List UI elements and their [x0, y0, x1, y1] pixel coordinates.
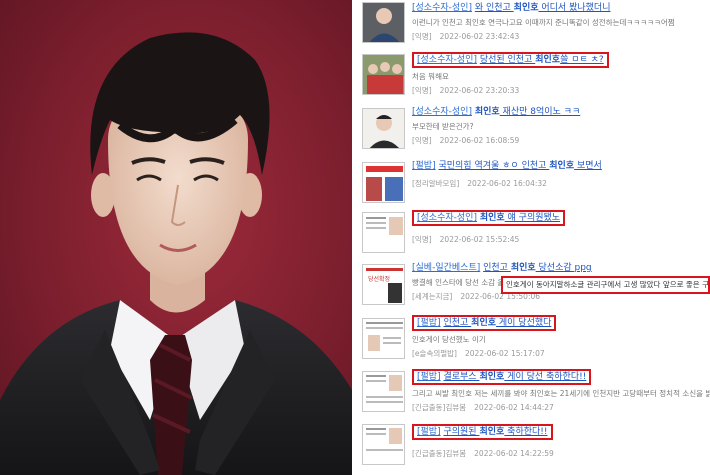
- result-title[interactable]: [성소수자-성인] 당선된 인천고 최인호쓸 ㅁㅌ ㅊ?: [412, 52, 710, 68]
- highlight-callout: 인호게이 동아지말하소글 관리구에서 고생 많았다 앞으로 좋은 구청활동: [501, 276, 710, 294]
- result-meta: [긴급출동]김뷰봄 2022-06-02 14:44:27: [412, 403, 554, 412]
- result-title[interactable]: [펄밥] 구의원된 최인호 축하한다!!: [412, 424, 710, 440]
- result-snippet: 인호게이 당선했노 이기: [412, 335, 486, 344]
- result-meta: [익명] 2022-06-02 23:20:33: [412, 86, 520, 95]
- result-thumbnail[interactable]: [362, 212, 405, 253]
- profile-photo: [0, 0, 352, 475]
- result-thumbnail[interactable]: [362, 318, 405, 359]
- result-snippet: 부모한테 받은건가?: [412, 122, 474, 131]
- result-title[interactable]: [펄밥] 결로부스 최인호 게이 당선 축하한다!!: [412, 369, 710, 385]
- result-thumbnail[interactable]: [362, 54, 405, 95]
- result-thumbnail[interactable]: [362, 2, 405, 43]
- search-results-list: [성소수자-성인] 와 인천고 최인호 어디서 봤나했더니 이런니가 인천고 최…: [356, 0, 710, 475]
- svg-text:당선확정: 당선확정: [368, 275, 390, 283]
- result-snippet: 처음 뭐해요: [412, 72, 449, 81]
- result-meta: [e슬속의펄밥] 2022-06-02 15:17:07: [412, 349, 545, 358]
- result-meta: [긴급출동]김뷰봄 2022-06-02 14:22:59: [412, 449, 554, 458]
- result-thumbnail[interactable]: [362, 424, 405, 465]
- result-title[interactable]: [펄밥] 인천고 최인호 게이 당선했다: [412, 315, 710, 331]
- result-snippet: 그리고 씨발 최인호 저는 세끼를 봐야 최인호는 21세기에 인천지반 고당때…: [412, 389, 710, 398]
- result-title[interactable]: [성소수자-성인] 최인호 얘 구의원됐노: [412, 210, 710, 226]
- result-thumbnail[interactable]: 당선확정: [362, 264, 405, 305]
- result-meta: [익명] 2022-06-02 16:08:59: [412, 136, 520, 145]
- result-title[interactable]: [성소수자-성인] 와 인천고 최인호 어디서 봤나했더니: [412, 2, 710, 14]
- result-title[interactable]: [성소수자-성인] 최인호 재산만 8억이노 ㅋㅋ: [412, 106, 710, 118]
- result-thumbnail[interactable]: [362, 162, 405, 203]
- result-thumbnail[interactable]: [362, 371, 405, 412]
- result-thumbnail[interactable]: [362, 108, 405, 149]
- result-title[interactable]: [펄밥] 국민의힘 역겨울 ㅎㅇ 인천고 최인호 보면서: [412, 160, 710, 172]
- result-meta: [정리알바모임] 2022-06-02 16:04:32: [412, 179, 547, 188]
- result-meta: [익명] 2022-06-02 15:52:45: [412, 235, 520, 244]
- result-snippet: 이런니가 인천고 최인호 연극나고요 이때까지 준니똑같이 성전하는데ㅋㅋㅋㅋㅋ…: [412, 18, 675, 27]
- result-meta: [익명] 2022-06-02 23:42:43: [412, 32, 520, 41]
- result-title[interactable]: [실베-일간베스트] 인천고 최인호 당선소감 ppg: [412, 262, 710, 274]
